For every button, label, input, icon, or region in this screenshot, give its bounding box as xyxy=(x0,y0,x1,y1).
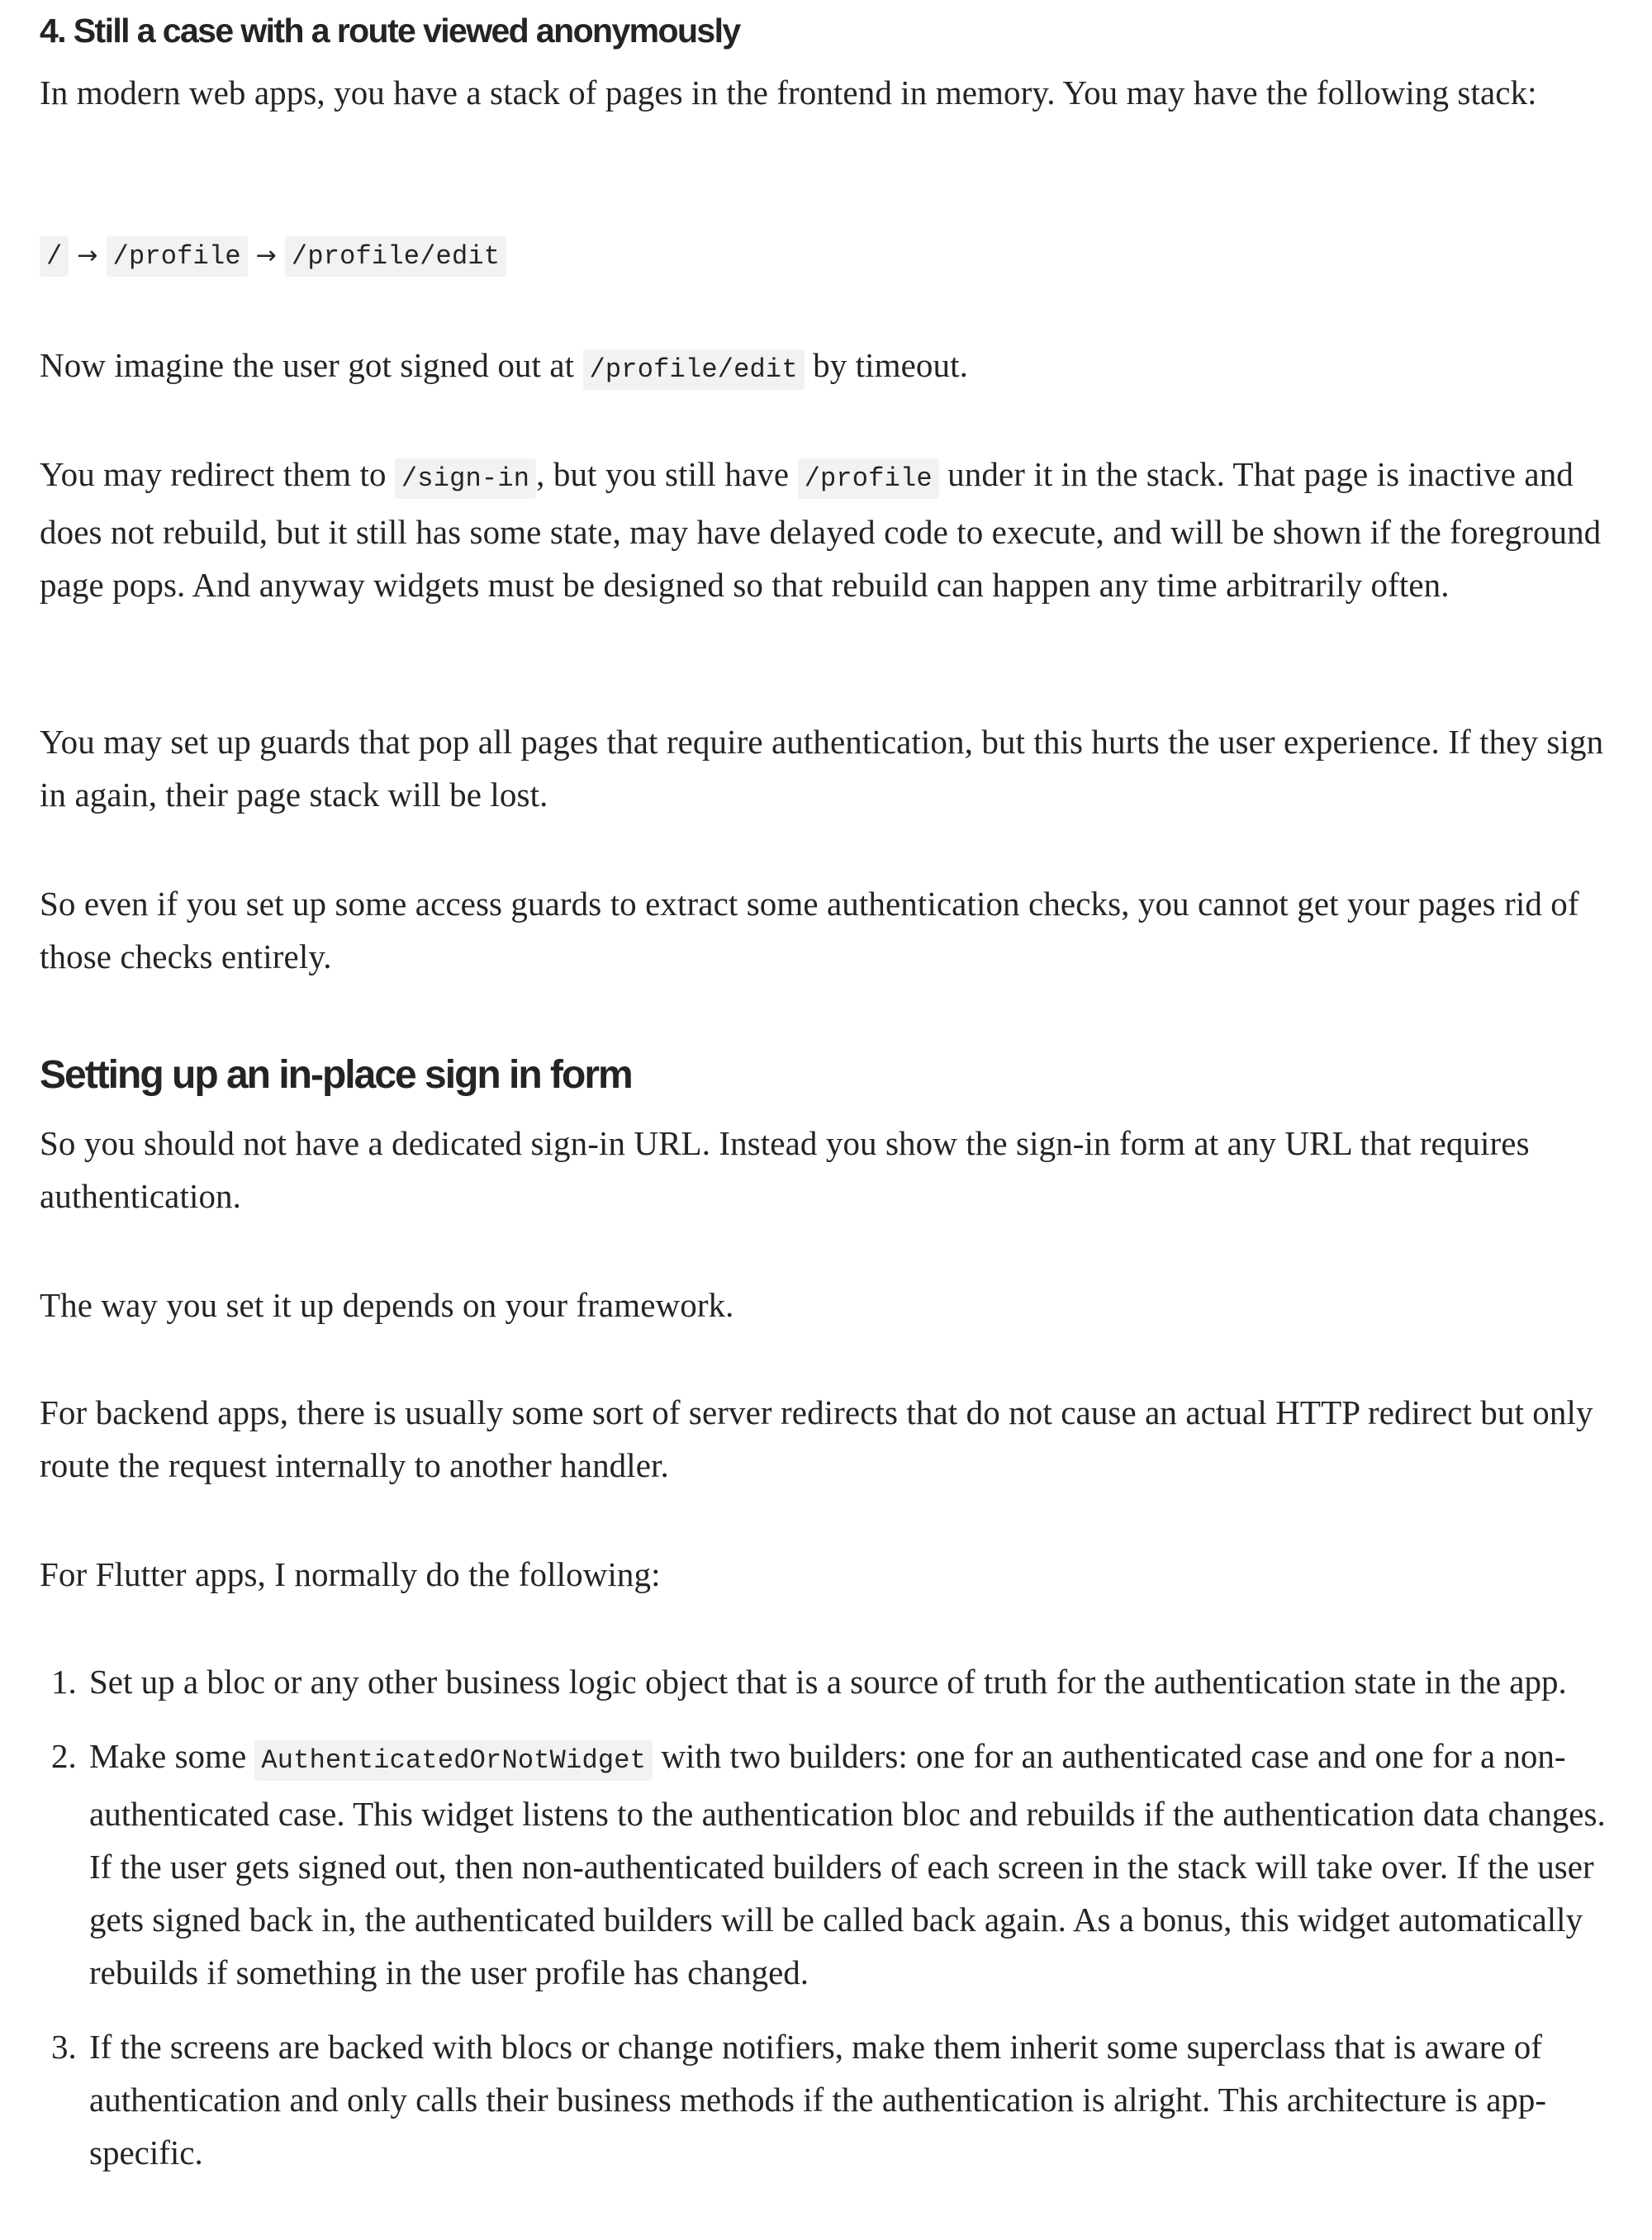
section-heading-inplace: Setting up an in-place sign in form xyxy=(40,1053,634,1097)
list-item: 3. If the screens are backed with blocs … xyxy=(40,2020,1626,2179)
route-profile-edit-code: /profile/edit xyxy=(284,236,507,277)
list-number: 2. xyxy=(51,1737,77,1775)
inline-code-profile-edit: /profile/edit xyxy=(582,349,805,390)
list-item-text: If the screens are backed with blocs or … xyxy=(89,2028,1547,2171)
paragraph-backend: For backend apps, there is usually some … xyxy=(40,1393,1593,1484)
list-item: 1. Set up a bloc or any other business l… xyxy=(40,1655,1626,1708)
paragraph-framework: The way you set it up depends on your fr… xyxy=(40,1286,734,1324)
route-stack: / →/profile →/profile/edit xyxy=(40,230,507,283)
text-span: , but you still have xyxy=(536,455,798,493)
paragraph-intro: In modern web apps, you have a stack of … xyxy=(40,74,1537,112)
arrow-right-icon: → xyxy=(77,241,98,270)
route-profile-code: /profile xyxy=(106,236,248,277)
list-item: 2. Make some AuthenticatedOrNotWidget wi… xyxy=(40,1730,1626,1999)
paragraph-redirect: You may redirect them to /sign-in, but y… xyxy=(40,448,1626,611)
list-number: 3. xyxy=(51,2028,77,2066)
inline-code-sign-in: /sign-in xyxy=(394,458,537,499)
paragraph-no-dedicated-url: So you should not have a dedicated sign-… xyxy=(40,1124,1530,1215)
text-span: by timeout. xyxy=(804,346,968,384)
text-span: Now imagine the user got signed out at xyxy=(40,346,583,384)
section-heading: 4. Still a case with a route viewed anon… xyxy=(40,12,741,50)
inline-code-widget: AuthenticatedOrNotWidget xyxy=(254,1740,653,1781)
list-item-text: Make some xyxy=(89,1737,255,1775)
paragraph-flutter: For Flutter apps, I normally do the foll… xyxy=(40,1555,661,1593)
paragraph-guards: You may set up guards that pop all pages… xyxy=(40,723,1604,814)
list-item-text: Set up a bloc or any other business logi… xyxy=(89,1663,1567,1701)
list-number: 1. xyxy=(51,1663,77,1701)
text-span: You may redirect them to xyxy=(40,455,395,493)
route-root-code: / xyxy=(40,236,69,277)
paragraph-conclusion: So even if you set up some access guards… xyxy=(40,885,1579,975)
arrow-right-icon: → xyxy=(255,241,277,270)
paragraph-timeout: Now imagine the user got signed out at /… xyxy=(40,339,1626,396)
steps-list: 1. Set up a bloc or any other business l… xyxy=(40,1655,1626,2200)
inline-code-profile: /profile xyxy=(797,458,939,499)
